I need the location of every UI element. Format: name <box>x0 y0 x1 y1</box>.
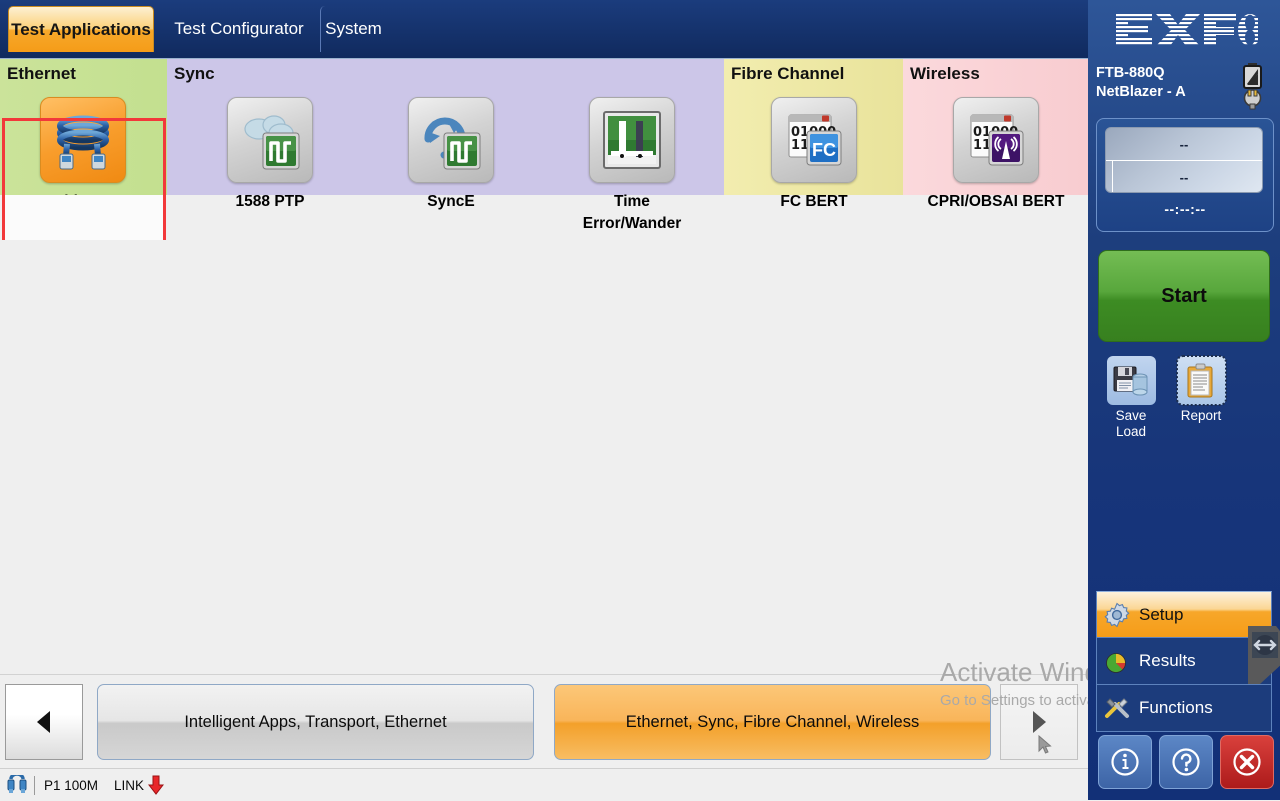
top-tab-bar: Test Applications Test Configurator Syst… <box>0 0 1088 58</box>
fc-bert-icon: 01000 11 FC <box>771 97 857 183</box>
network-cable-icon <box>40 97 126 183</box>
category-title-sync: Sync <box>167 59 361 89</box>
device-identifier: FTB-880Q NetBlazer - A <box>1096 64 1216 101</box>
tab-label: System <box>325 19 382 38</box>
red-down-arrow-icon <box>148 775 165 795</box>
nav-group-label: Ethernet, Sync, Fibre Channel, Wireless <box>625 712 920 731</box>
floppy-disk-icon <box>1106 356 1156 405</box>
app-time-error-wander[interactable]: Time Error/Wander <box>552 89 712 235</box>
application-category-strip: Ethernet Sync 1588 PTP SyncE Time Error/… <box>0 58 1088 286</box>
app-label: SyncE <box>427 193 475 210</box>
tab-label: Test Applications <box>11 19 151 39</box>
app-label: 1588 PTP <box>235 193 305 210</box>
elapsed-clock: --:--:-- <box>1164 201 1206 217</box>
category-sync: Sync 1588 PTP SyncE Time Error/Wander <box>167 59 724 241</box>
svg-text:11: 11 <box>791 138 809 153</box>
start-button[interactable]: Start <box>1098 250 1270 342</box>
tools-icon <box>1104 695 1130 721</box>
bottom-navigation-bar: Intelligent Apps, Transport, Ethernet Et… <box>0 674 1088 769</box>
app-1588-ptp[interactable]: 1588 PTP <box>190 89 350 213</box>
test-timer-panel: -- -- --:--:-- <box>1096 118 1274 232</box>
app-cpri-obsai-bert[interactable]: 01000 11 CPRI/OBSAI BERT <box>916 89 1076 213</box>
cable-connector-icon <box>6 775 28 795</box>
app-label: FC BERT <box>780 193 848 210</box>
tool-label: Report <box>1181 408 1222 424</box>
clipboard-icon <box>1175 355 1227 406</box>
device-module: NetBlazer - A <box>1096 83 1186 100</box>
tab-label: Test Configurator <box>174 19 304 38</box>
nav-group-button-left[interactable]: Intelligent Apps, Transport, Ethernet <box>97 684 534 760</box>
category-title-ethernet: Ethernet <box>7 64 76 83</box>
nav-group-label: Intelligent Apps, Transport, Ethernet <box>184 712 447 731</box>
info-icon[interactable] <box>1098 735 1152 789</box>
app-label: CPRI/OBSAI BERT <box>927 193 1065 210</box>
close-x-icon[interactable] <box>1220 735 1274 789</box>
app-label: Time Error/Wander <box>582 193 682 232</box>
tool-label: Save Load <box>1116 408 1147 440</box>
sidebar-item-functions[interactable]: Functions <box>1096 685 1272 732</box>
status-divider <box>34 775 35 795</box>
sidebar-item-label: Functions <box>1139 698 1213 717</box>
category-wireless: Wireless 01000 11 <box>903 59 1088 241</box>
left-triangle-icon[interactable] <box>5 684 83 760</box>
horizontal-resize-icon[interactable] <box>1246 620 1280 690</box>
save-load-button[interactable]: Save Load <box>1100 356 1162 440</box>
sidebar-action-buttons <box>1098 735 1274 789</box>
exfo-logo <box>1110 6 1262 54</box>
status-link-label: LINK <box>114 777 145 793</box>
nav-group-button-right[interactable]: Ethernet, Sync, Fibre Channel, Wireless <box>554 684 991 760</box>
start-button-label: Start <box>1161 284 1207 307</box>
timer-row-2: -- <box>1106 161 1262 192</box>
question-icon[interactable] <box>1159 735 1213 789</box>
mouse-cursor <box>1038 734 1052 755</box>
category-fibre-channel: Fibre Channel 01000 11 FC FC BERT <box>724 59 903 241</box>
selected-app-label-background <box>2 195 166 241</box>
timer-row-1: -- <box>1106 128 1262 161</box>
cloud-waveform-icon <box>227 97 313 183</box>
tool-label-line1: Save <box>1115 408 1147 423</box>
main-content-area <box>0 240 1088 674</box>
svg-text:FC: FC <box>812 140 836 160</box>
tab-test-configurator[interactable]: Test Configurator <box>160 6 318 52</box>
battery-charging-icon <box>1238 62 1268 112</box>
app-fc-bert[interactable]: 01000 11 FC FC BERT <box>734 89 894 213</box>
category-title-wireless: Wireless <box>903 59 1088 89</box>
pie-chart-icon <box>1104 648 1130 674</box>
svg-text:11: 11 <box>973 138 991 153</box>
device-model: FTB-880Q <box>1096 65 1165 81</box>
sidebar-item-label: Results <box>1139 651 1196 670</box>
sync-waveform-icon <box>408 97 494 183</box>
app-synce[interactable]: SyncE <box>371 89 531 213</box>
status-bar: P1 100M LINK <box>0 768 1088 801</box>
category-title-fibre-channel: Fibre Channel <box>724 59 903 89</box>
tool-label-line2: Load <box>1115 423 1147 439</box>
tab-system[interactable]: System <box>320 6 386 52</box>
antenna-bert-icon: 01000 11 <box>953 97 1039 183</box>
gear-icon <box>1104 602 1130 628</box>
tool-label-line1: Report <box>1180 408 1222 423</box>
tab-test-applications[interactable]: Test Applications <box>8 6 154 52</box>
report-button[interactable]: Report <box>1170 355 1232 424</box>
timer-values-box: -- -- <box>1105 127 1263 193</box>
sidebar-item-label: Setup <box>1139 604 1184 624</box>
wander-chart-icon <box>589 97 675 183</box>
status-port: P1 100M <box>44 777 99 793</box>
